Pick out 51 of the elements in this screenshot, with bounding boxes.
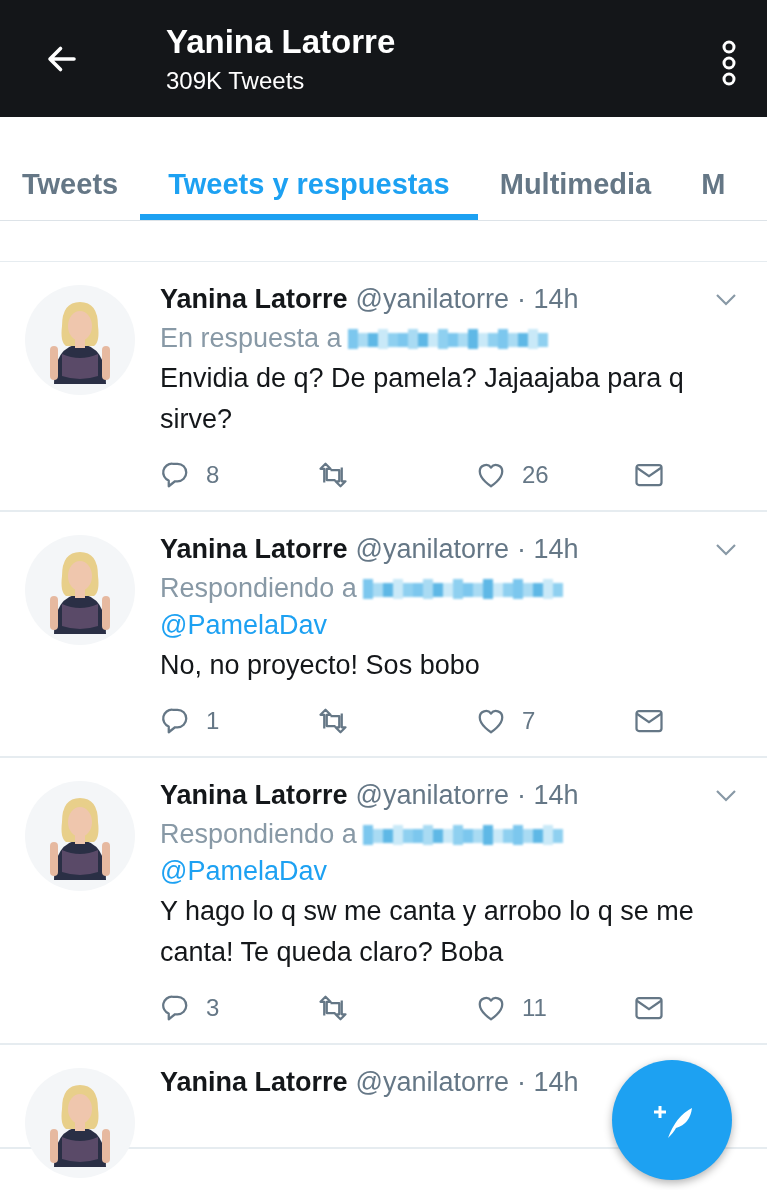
tweet-menu-button[interactable] [715,788,737,803]
tweet-time: · 14h [517,534,579,564]
chevron-down-icon [715,542,737,557]
compose-button[interactable] [612,1060,732,1180]
author-handle: @yanilatorre [355,284,510,314]
author-name: Yanina Latorre [160,1067,348,1097]
tweet-text: Envidia de q? De pamela? Jajaajaba para q sirve? [160,362,685,436]
author-handle: @yanilatorre [355,1067,510,1097]
avatar[interactable] [24,534,136,646]
author-handle: @yanilatorre [355,534,510,564]
tweet-menu-button[interactable] [715,292,737,307]
like-button[interactable]: 26 [476,460,634,490]
reply-label: En respuesta a [160,323,342,354]
tweet-menu-button[interactable] [715,542,737,557]
more-options-icon [721,38,737,87]
chevron-down-icon [715,292,737,307]
mention-link[interactable]: @PamelaDav [160,610,737,641]
author-name: Yanina Latorre [160,284,348,314]
retweet-icon [318,993,348,1023]
tab[interactable]: Tweets y respuestas [140,117,478,220]
like-button[interactable]: 7 [476,706,634,736]
avatar[interactable] [24,780,136,892]
like-button[interactable]: 11 [476,993,634,1023]
reply-label: Respondiendo a [160,573,357,604]
tab[interactable]: M [701,117,726,220]
tweet-time: · 14h [517,284,579,314]
tweet-count: 309K Tweets [166,66,306,95]
retweet-icon [318,706,348,736]
avatar[interactable] [24,284,136,396]
retweet-icon [318,460,348,490]
tweet-text: Y hago lo q sw me canta y arrobo lo q se me canta! Te queda claro? Boba [160,895,695,969]
tab[interactable]: Multimedia [499,117,652,220]
reply-button[interactable]: 8 [160,460,318,490]
chevron-down-icon [715,788,737,803]
author-name: Yanina Latorre [160,780,348,810]
tweet-time: · 14h [517,780,579,810]
author-name: Yanina Latorre [160,534,348,564]
reply-label: Respondiendo a [160,819,357,850]
reply-button[interactable]: 1 [160,706,318,736]
mention-link[interactable]: @PamelaDav [160,856,737,887]
speech-bubble-icon [160,460,190,490]
more-button[interactable] [721,38,737,87]
tab[interactable]: Tweets [22,117,119,220]
tweet-text: No, no proyecto! Sos bobo [160,649,481,682]
speech-bubble-icon [160,993,190,1023]
avatar[interactable] [24,1067,136,1179]
tweet-time: · 14h [517,1067,579,1097]
reply-button[interactable]: 3 [160,993,318,1023]
profile-name: Yanina Latorre [166,22,397,61]
speech-bubble-icon [160,706,190,736]
author-handle: @yanilatorre [355,780,510,810]
